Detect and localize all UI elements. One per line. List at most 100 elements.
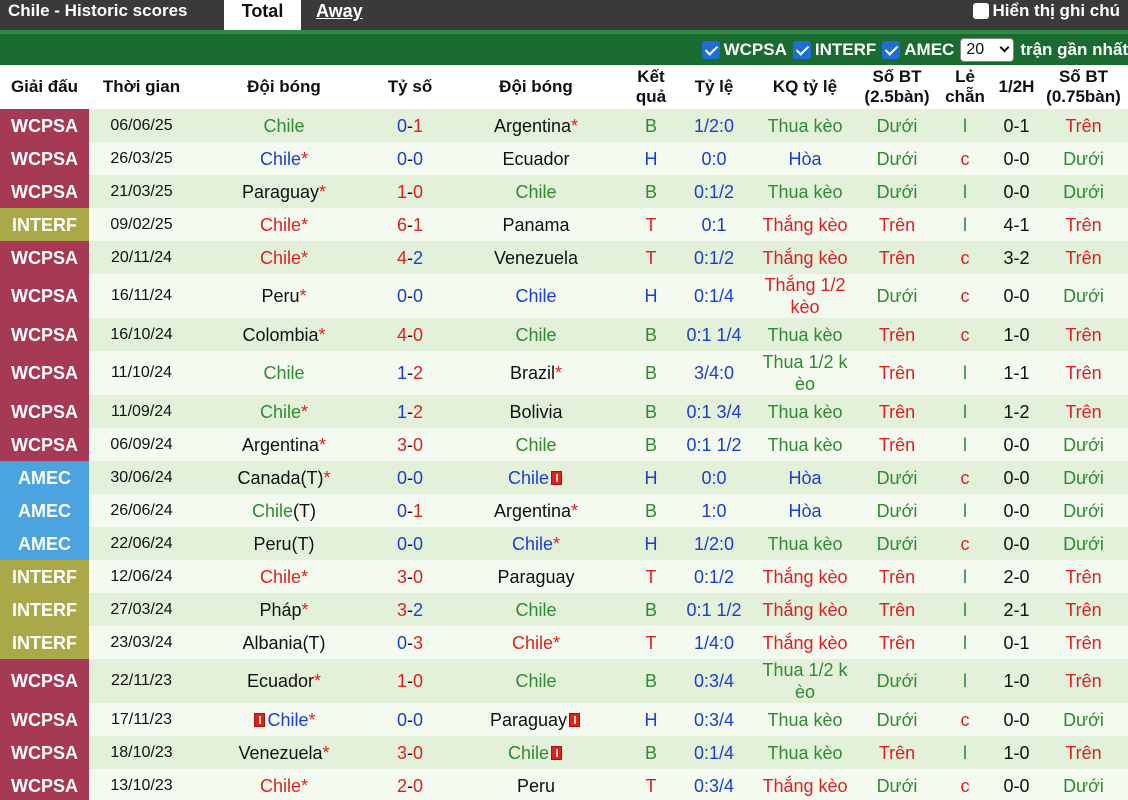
table-row[interactable]: INTERF 09/02/25 Chile* 6-1 Panama T 0:1 Thắng k…: [0, 208, 1128, 241]
score-cell[interactable]: 3-0: [374, 428, 446, 461]
home-team-name[interactable]: Chile: [260, 248, 301, 268]
league-cell[interactable]: WCPSA: [0, 351, 89, 395]
table-row[interactable]: WCPSA 20/11/24 Chile* 4-2 Venezuela T 0:1/2 Thắ…: [0, 241, 1128, 274]
table-row[interactable]: AMEC 30/06/24 Canada(T)* 0-0 Chile H 0:0 Hòa Dướ…: [0, 461, 1128, 494]
table-row[interactable]: WCPSA 16/11/24 Peru* 0-0 Chile H 0:1/4 Thắng 1/…: [0, 274, 1128, 318]
score-cell[interactable]: 0-3: [374, 626, 446, 659]
away-team-name[interactable]: Chile: [515, 325, 556, 345]
score-cell[interactable]: 1-0: [374, 175, 446, 208]
match-count-select[interactable]: 20: [960, 37, 1015, 62]
away-team-name[interactable]: Chile: [512, 633, 553, 653]
away-team-name[interactable]: Brazil: [510, 363, 555, 383]
show-notes-checkbox[interactable]: [972, 3, 989, 19]
away-team-name[interactable]: Argentina: [494, 501, 571, 521]
score-cell[interactable]: 1-0: [374, 659, 446, 703]
score-cell[interactable]: 0-1: [374, 109, 446, 142]
league-cell[interactable]: WCPSA: [0, 769, 89, 800]
home-team-name[interactable]: Peru: [261, 286, 299, 306]
tab-total[interactable]: Total: [224, 0, 301, 30]
away-team-name[interactable]: Chile: [515, 286, 556, 306]
show-notes-toggle[interactable]: Hiển thị ghi chú: [972, 0, 1120, 28]
away-team-name[interactable]: Chile: [508, 743, 549, 763]
league-cell[interactable]: AMEC: [0, 461, 89, 494]
table-row[interactable]: INTERF 23/03/24 Albania(T) 0-3 Chile* T 1/4:0 T…: [0, 626, 1128, 659]
score-cell[interactable]: 0-0: [374, 142, 446, 175]
table-row[interactable]: WCPSA 06/06/25 Chile 0-1 Argentina* B 1/2:0 Thu…: [0, 109, 1128, 142]
league-cell[interactable]: WCPSA: [0, 274, 89, 318]
home-team-name[interactable]: Venezuela: [238, 743, 322, 763]
league-cell[interactable]: WCPSA: [0, 736, 89, 769]
checkbox-checked-icon[interactable]: [792, 40, 811, 59]
filter-wcpsa[interactable]: WCPSA: [701, 40, 787, 60]
away-team-name[interactable]: Chile: [515, 600, 556, 620]
league-cell[interactable]: WCPSA: [0, 395, 89, 428]
away-team-name[interactable]: Chile: [515, 671, 556, 691]
score-cell[interactable]: 3-0: [374, 560, 446, 593]
league-cell[interactable]: WCPSA: [0, 109, 89, 142]
home-team-name[interactable]: Chile: [260, 567, 301, 587]
score-cell[interactable]: 4-0: [374, 318, 446, 351]
home-team-name[interactable]: Chile: [260, 776, 301, 796]
league-cell[interactable]: WCPSA: [0, 142, 89, 175]
score-cell[interactable]: 1-2: [374, 395, 446, 428]
score-cell[interactable]: 0-0: [374, 274, 446, 318]
checkbox-checked-icon[interactable]: [882, 40, 901, 59]
home-team-name[interactable]: Canada(T): [237, 468, 323, 488]
filter-interf[interactable]: INTERF: [792, 40, 876, 60]
table-row[interactable]: WCPSA 06/09/24 Argentina* 3-0 Chile B 0:1 1/2 T…: [0, 428, 1128, 461]
table-row[interactable]: AMEC 22/06/24 Peru(T) 0-0 Chile* H 1/2:0 Thua k…: [0, 527, 1128, 560]
table-row[interactable]: WCPSA 18/10/23 Venezuela* 3-0 Chile B 0:1/4 Thu…: [0, 736, 1128, 769]
score-cell[interactable]: 0-0: [374, 703, 446, 736]
home-team-name[interactable]: Paraguay: [242, 182, 319, 202]
table-row[interactable]: INTERF 27/03/24 Pháp* 3-2 Chile B 0:1 1/2 Thắng…: [0, 593, 1128, 626]
score-cell[interactable]: 3-2: [374, 593, 446, 626]
score-cell[interactable]: 0-0: [374, 527, 446, 560]
league-cell[interactable]: WCPSA: [0, 659, 89, 703]
table-row[interactable]: WCPSA 11/10/24 Chile 1-2 Brazil* B 3/4:0 Thua 1…: [0, 351, 1128, 395]
table-row[interactable]: WCPSA 16/10/24 Colombia* 4-0 Chile B 0:1 1/4 Th…: [0, 318, 1128, 351]
score-cell[interactable]: 0-0: [374, 461, 446, 494]
table-row[interactable]: WCPSA 21/03/25 Paraguay* 1-0 Chile B 0:1/2 Thua…: [0, 175, 1128, 208]
league-cell[interactable]: INTERF: [0, 593, 89, 626]
home-team-name[interactable]: Chile: [260, 215, 301, 235]
league-cell[interactable]: WCPSA: [0, 428, 89, 461]
home-team-name[interactable]: Argentina: [242, 435, 319, 455]
home-team-name[interactable]: Chile: [263, 363, 304, 383]
home-team-name[interactable]: Chile: [267, 710, 308, 730]
score-cell[interactable]: 6-1: [374, 208, 446, 241]
table-row[interactable]: WCPSA 22/11/23 Ecuador* 1-0 Chile B 0:3/4 Thua …: [0, 659, 1128, 703]
league-cell[interactable]: WCPSA: [0, 703, 89, 736]
league-cell[interactable]: WCPSA: [0, 241, 89, 274]
away-team-name[interactable]: Ecuador: [502, 149, 569, 169]
away-team-name[interactable]: Chile: [508, 468, 549, 488]
away-team-name[interactable]: Paraguay: [497, 567, 574, 587]
away-team-name[interactable]: Peru: [517, 776, 555, 796]
league-cell[interactable]: INTERF: [0, 626, 89, 659]
home-team-name[interactable]: Chile: [260, 402, 301, 422]
league-cell[interactable]: INTERF: [0, 208, 89, 241]
table-row[interactable]: WCPSA 11/09/24 Chile* 1-2 Bolivia B 0:1 3/4 Thu…: [0, 395, 1128, 428]
table-row[interactable]: WCPSA 17/11/23 Chile* 0-0 Paraguay H 0:3/4 Thua…: [0, 703, 1128, 736]
league-cell[interactable]: WCPSA: [0, 318, 89, 351]
away-team-name[interactable]: Argentina: [494, 116, 571, 136]
away-team-name[interactable]: Panama: [502, 215, 569, 235]
away-team-name[interactable]: Chile: [515, 435, 556, 455]
table-row[interactable]: AMEC 26/06/24 Chile(T) 0-1 Argentina* B 1:0 Hòa…: [0, 494, 1128, 527]
home-team-name[interactable]: Chile: [263, 116, 304, 136]
score-cell[interactable]: 0-1: [374, 494, 446, 527]
score-cell[interactable]: 4-2: [374, 241, 446, 274]
tab-away[interactable]: Away: [316, 0, 363, 28]
home-team-name[interactable]: Colombia: [242, 325, 318, 345]
away-team-name[interactable]: Chile: [515, 182, 556, 202]
checkbox-checked-icon[interactable]: [701, 40, 720, 59]
away-team-name[interactable]: Paraguay: [490, 710, 567, 730]
league-cell[interactable]: AMEC: [0, 494, 89, 527]
away-team-name[interactable]: Bolivia: [509, 402, 562, 422]
home-team-name[interactable]: Chile: [252, 501, 293, 521]
league-cell[interactable]: AMEC: [0, 527, 89, 560]
home-team-name[interactable]: Albania(T): [242, 633, 325, 653]
away-team-name[interactable]: Chile: [512, 534, 553, 554]
home-team-name[interactable]: Peru(T): [253, 534, 314, 554]
away-team-name[interactable]: Venezuela: [494, 248, 578, 268]
home-team-name[interactable]: Chile: [260, 149, 301, 169]
